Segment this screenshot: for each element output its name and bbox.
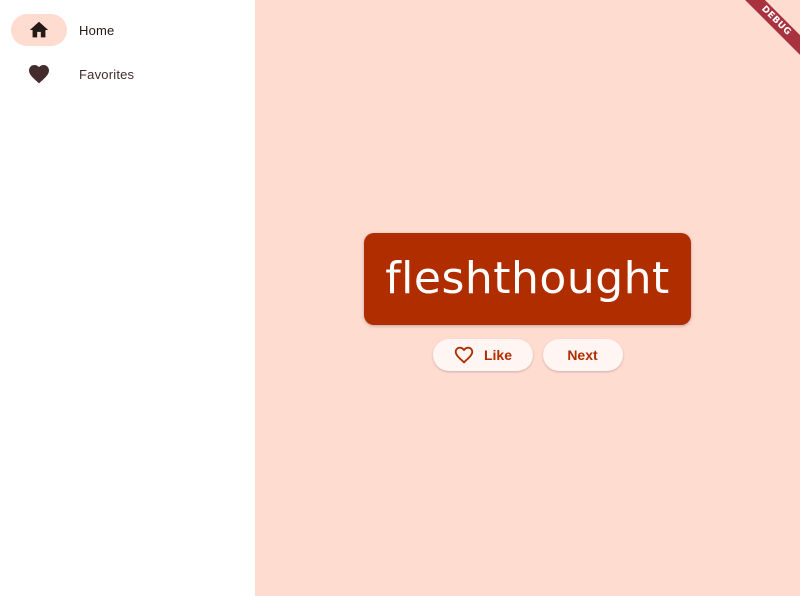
main-panel: fleshthought Like Next: [255, 0, 800, 596]
like-button[interactable]: Like: [432, 339, 533, 371]
nav-item-label: Home: [79, 22, 115, 38]
home-icon: [29, 21, 49, 38]
navigation-rail: Home Favorites: [0, 0, 255, 596]
like-button-label: Like: [483, 347, 512, 363]
next-button[interactable]: Next: [542, 339, 623, 371]
nav-item-home[interactable]: Home: [11, 14, 251, 46]
word-pair-card: fleshthought: [364, 233, 691, 325]
action-row: Like Next: [432, 339, 623, 371]
nav-indicator: [11, 14, 67, 46]
nav-item-label: Favorites: [79, 66, 135, 82]
generator-page: fleshthought Like Next: [255, 233, 800, 371]
heart-icon: [29, 65, 49, 84]
word-pair-text: fleshthought: [385, 253, 670, 304]
nav-indicator: [11, 58, 67, 90]
heart-outline-icon: [453, 344, 475, 366]
next-button-label: Next: [567, 347, 598, 363]
nav-item-favorites[interactable]: Favorites: [11, 58, 251, 90]
app-window: Home Favorites fleshthought Like Next DE…: [0, 0, 800, 596]
